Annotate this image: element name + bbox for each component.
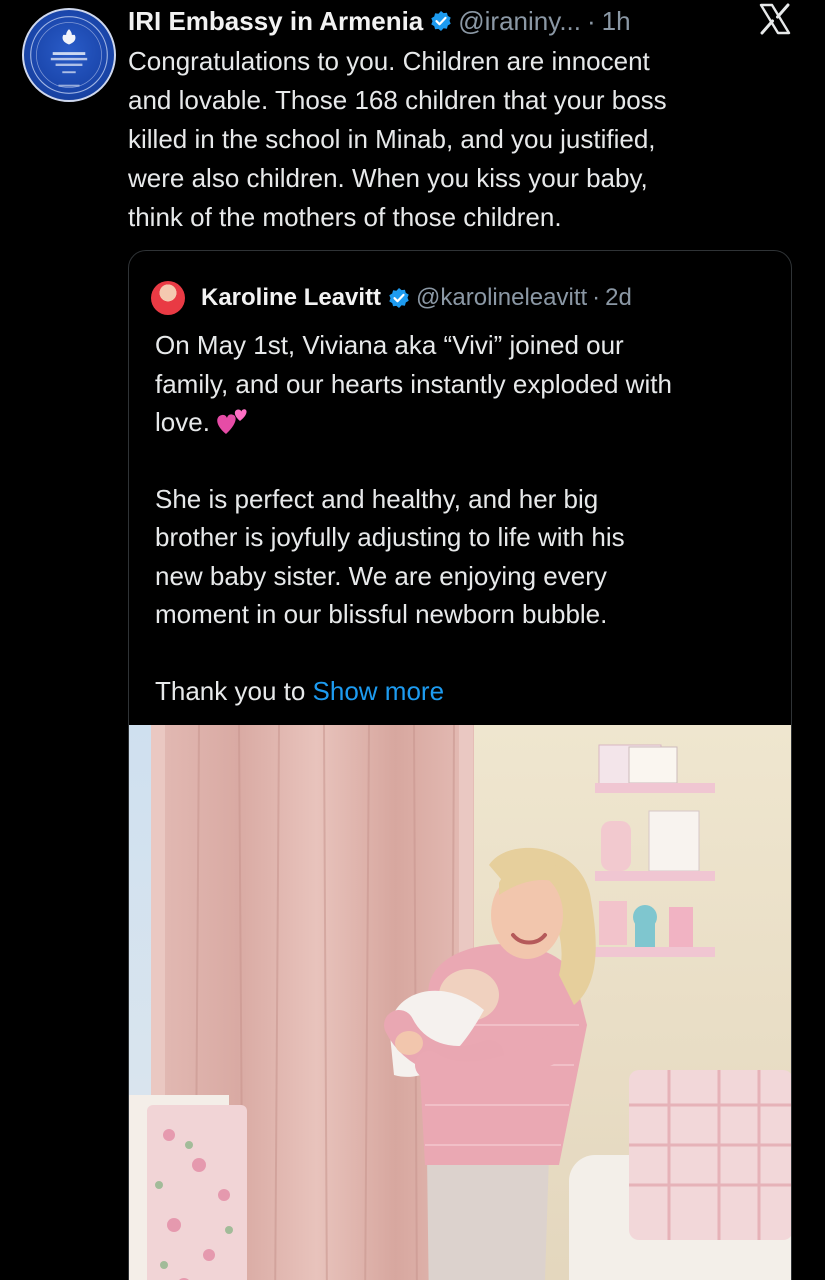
tweet-line: and lovable. Those 168 children that you… <box>128 85 667 115</box>
quote-line: moment in our blissful newborn bubble. <box>155 599 608 629</box>
verified-badge-icon <box>389 288 409 308</box>
attached-photo[interactable] <box>129 725 791 1280</box>
quote-body: On May 1st, Viviana aka “Vivi” joined ou… <box>155 326 775 710</box>
author-handle[interactable]: @iraniny... <box>458 4 581 38</box>
timestamp[interactable]: 1h <box>602 4 631 38</box>
tweet-body: Congratulations to you. Children are inn… <box>128 42 788 237</box>
quote-paragraph-2: She is perfect and healthy, and her big … <box>155 480 775 634</box>
quote-line: brother is joyfully adjusting to life wi… <box>155 522 625 552</box>
tweet-line: think of the mothers of those children. <box>128 202 562 232</box>
quote-avatar[interactable] <box>151 281 185 315</box>
show-more-link[interactable]: Show more <box>313 676 445 706</box>
quote-paragraph-3: Thank you to Show more <box>155 672 775 711</box>
author-name[interactable]: IRI Embassy in Armenia <box>128 4 423 38</box>
tweet-line: killed in the school in Minab, and you j… <box>128 124 656 154</box>
tweet-line: Congratulations to you. Children are inn… <box>128 46 650 76</box>
tweet-header: IRI Embassy in Armenia @iraniny... · 1h <box>128 4 631 38</box>
quote-author-name[interactable]: Karoline Leavitt <box>201 282 381 314</box>
separator-dot: · <box>587 6 596 36</box>
quote-line: new baby sister. We are enjoying every <box>155 560 607 591</box>
quote-author-handle[interactable]: @karolineleavitt <box>416 282 587 314</box>
quote-line: family, and our hearts instantly explode… <box>155 368 672 399</box>
quote-timestamp[interactable]: 2d <box>605 282 632 314</box>
separator-dot: · <box>592 284 601 311</box>
quoted-tweet-card[interactable]: Karoline Leavitt @karolineleavitt · 2d O… <box>128 250 792 1280</box>
x-logo-icon[interactable] <box>758 2 792 36</box>
quote-header: Karoline Leavitt @karolineleavitt · 2d <box>151 281 632 315</box>
verified-badge-icon <box>431 11 451 31</box>
quote-line: love. <box>155 407 210 437</box>
quote-paragraph-1: On May 1st, Viviana aka “Vivi” joined ou… <box>155 326 775 442</box>
emblem-icon[interactable] <box>22 8 116 102</box>
quote-line: Thank you to <box>155 675 306 706</box>
quote-line: On May 1st, Viviana aka “Vivi” joined ou… <box>155 330 624 360</box>
screen: IRI Embassy in Armenia @iraniny... · 1h … <box>0 0 825 1280</box>
two-hearts-icon <box>217 409 247 434</box>
tweet-line: were also children. When you kiss your b… <box>128 163 648 193</box>
quote-line: She is perfect and healthy, and her big <box>155 483 599 514</box>
